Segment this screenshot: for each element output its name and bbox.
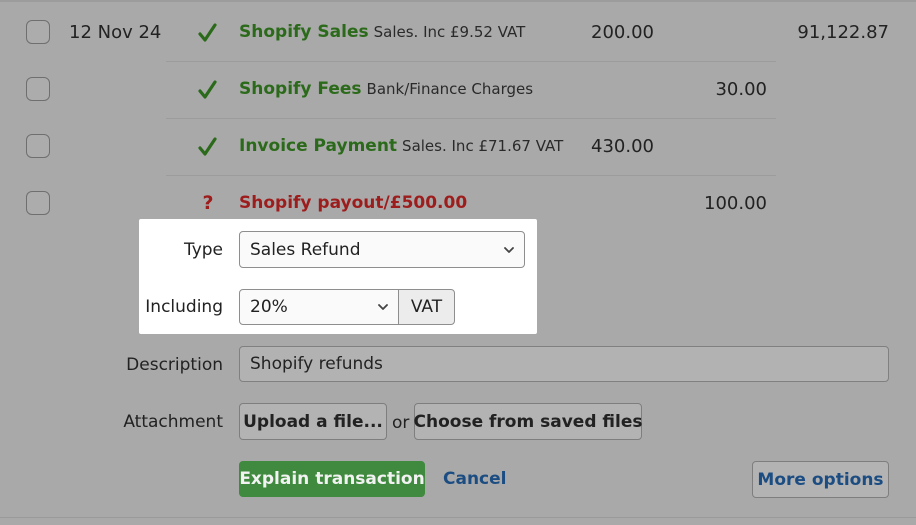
row-divider: [166, 175, 776, 176]
transaction-description: Shopify Sales Sales. Inc £9.52 VAT: [239, 22, 525, 42]
choose-saved-files-button[interactable]: Choose from saved files: [414, 403, 642, 440]
type-label: Type: [183, 240, 223, 260]
cancel-link[interactable]: Cancel: [443, 469, 506, 489]
amount-in: 430.00: [591, 136, 654, 157]
row-checkbox[interactable]: [26, 134, 50, 158]
more-options-button[interactable]: More options: [752, 461, 889, 498]
transaction-name: Shopify Fees: [239, 79, 362, 99]
check-icon: [198, 79, 218, 103]
upload-file-button[interactable]: Upload a file...: [239, 403, 387, 440]
amount-out: 30.00: [715, 79, 767, 100]
transaction-description: Invoice Payment Sales. Inc £71.67 VAT: [239, 136, 563, 156]
row-checkbox[interactable]: [26, 77, 50, 101]
row-divider: [166, 61, 776, 62]
check-icon: [198, 22, 218, 46]
description-input[interactable]: Shopify refunds: [239, 346, 889, 382]
explain-transaction-button[interactable]: Explain transaction: [239, 461, 425, 497]
bottom-divider: [0, 517, 916, 518]
row-checkbox[interactable]: [26, 20, 50, 44]
balance: 91,122.87: [797, 22, 889, 43]
type-select-value: Sales Refund: [250, 239, 361, 260]
row-divider: [166, 118, 776, 119]
description-value: Shopify refunds: [250, 354, 383, 374]
description-label: Description: [126, 355, 223, 375]
transaction-description: Shopify Fees Bank/Finance Charges: [239, 79, 533, 99]
or-text: or: [392, 413, 410, 433]
transaction-name: Shopify payout/£500.00: [239, 193, 468, 213]
transaction-category: Sales. Inc £71.67 VAT: [402, 137, 564, 155]
row-checkbox[interactable]: [26, 191, 50, 215]
vat-rate-value: 20%: [250, 297, 288, 317]
chevron-down-icon: [378, 304, 388, 310]
transaction-date: 12 Nov 24: [69, 22, 162, 43]
amount-out: 100.00: [704, 193, 767, 214]
transaction-category: Bank/Finance Charges: [366, 80, 534, 98]
check-icon: [198, 136, 218, 160]
chevron-down-icon: [504, 246, 514, 253]
vat-addon: VAT: [398, 289, 455, 325]
amount-in: 200.00: [591, 22, 654, 43]
vat-rate-select[interactable]: 20%: [239, 289, 399, 325]
including-label: Including: [145, 297, 223, 317]
attachment-label: Attachment: [123, 412, 223, 432]
top-divider: [0, 0, 916, 2]
transaction-name: Shopify Sales: [239, 22, 369, 42]
type-select[interactable]: Sales Refund: [239, 231, 525, 268]
question-icon: ?: [202, 192, 214, 214]
transaction-category: Sales. Inc £9.52 VAT: [373, 23, 526, 41]
transaction-name: Invoice Payment: [239, 136, 398, 156]
